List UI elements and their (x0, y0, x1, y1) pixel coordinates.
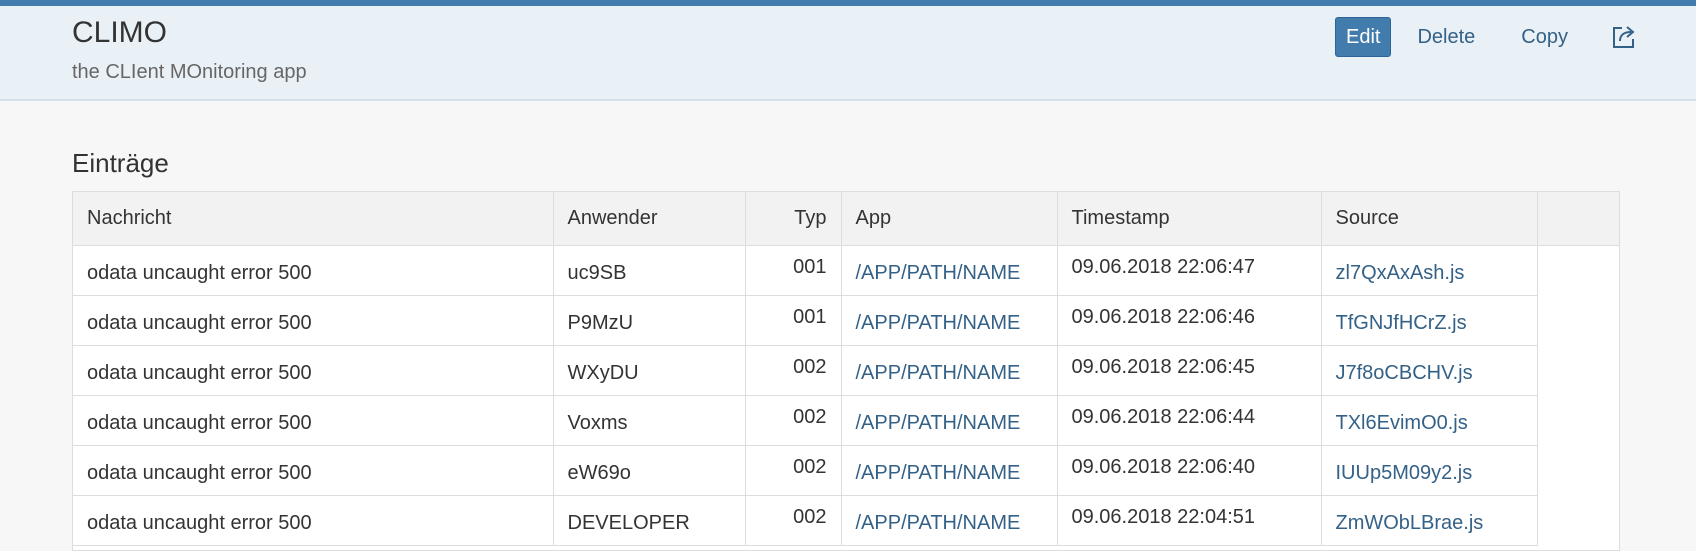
cell-message: odata uncaught error 500 (73, 445, 554, 496)
source-link[interactable]: zl7QxAxAsh.js (1336, 262, 1465, 284)
cell-message: odata uncaught error 500 (73, 245, 554, 296)
cell-timestamp: 09.06.2018 22:06:46 (1057, 295, 1322, 346)
column-header-timestamp[interactable]: Timestamp (1057, 192, 1322, 246)
row-spacer (1537, 245, 1619, 295)
column-header-app[interactable]: App (841, 192, 1058, 246)
cell-user: WXyDU (553, 345, 746, 396)
table-row[interactable]: odata uncaught error 500 eW69o 002 /APP/… (73, 445, 1619, 496)
cell-user: P9MzU (553, 295, 746, 346)
source-link[interactable]: TfGNJfHCrZ.js (1336, 312, 1467, 334)
section-title: Einträge (72, 148, 169, 178)
cell-timestamp: 09.06.2018 22:06:40 (1057, 445, 1322, 496)
cell-user: eW69o (553, 445, 746, 496)
app-link[interactable]: /APP/PATH/NAME (856, 262, 1021, 284)
column-header-source[interactable]: Source (1321, 192, 1538, 246)
page-subtitle: the CLIent MOnitoring app (72, 61, 307, 83)
table-row[interactable]: odata uncaught error 500 P9MzU 001 /APP/… (73, 295, 1619, 346)
cell-message: odata uncaught error 500 (73, 395, 554, 446)
row-spacer (1537, 345, 1619, 395)
share-icon (1613, 26, 1635, 48)
delete-button[interactable]: Delete (1407, 17, 1485, 57)
object-header: CLIMO the CLIent MOnitoring app Edit Del… (0, 6, 1696, 101)
app-link[interactable]: /APP/PATH/NAME (856, 312, 1021, 334)
app-link[interactable]: /APP/PATH/NAME (856, 362, 1021, 384)
edit-button[interactable]: Edit (1335, 17, 1392, 57)
column-header-spacer (1537, 192, 1620, 246)
table-row[interactable]: odata uncaught error 500 uc9SB 001 /APP/… (73, 245, 1619, 296)
cell-type: 001 (745, 245, 842, 296)
cell-user: Voxms (553, 395, 746, 446)
source-link[interactable]: J7f8oCBCHV.js (1336, 362, 1473, 384)
cell-message: odata uncaught error 500 (73, 295, 554, 346)
cell-user: DEVELOPER (553, 495, 746, 546)
source-link[interactable]: TXl6EvimO0.js (1336, 412, 1468, 434)
cell-message: odata uncaught error 500 (73, 495, 554, 546)
row-spacer (1537, 445, 1619, 495)
header-actions: Edit Delete Copy (1335, 17, 1644, 57)
entries-table: Nachricht Anwender Typ App Timestamp Sou… (72, 191, 1620, 551)
cell-type: 002 (745, 445, 842, 496)
copy-button[interactable]: Copy (1511, 17, 1578, 57)
table-row[interactable]: odata uncaught error 500 DEVELOPER 002 /… (73, 495, 1619, 546)
cell-timestamp: 09.06.2018 22:06:44 (1057, 395, 1322, 446)
cell-user: uc9SB (553, 245, 746, 296)
cell-timestamp: 09.06.2018 22:06:47 (1057, 245, 1322, 296)
column-header-type[interactable]: Typ (745, 192, 842, 246)
cell-type: 002 (745, 395, 842, 446)
cell-type: 002 (745, 345, 842, 396)
source-link[interactable]: ZmWObLBrae.js (1336, 512, 1484, 534)
column-header-user[interactable]: Anwender (553, 192, 746, 246)
app-link[interactable]: /APP/PATH/NAME (856, 512, 1021, 534)
app-link[interactable]: /APP/PATH/NAME (856, 412, 1021, 434)
table-row[interactable]: odata uncaught error 500 Voxms 002 /APP/… (73, 395, 1619, 446)
share-button[interactable] (1604, 17, 1644, 57)
page-title: CLIMO (72, 16, 168, 49)
cell-timestamp: 09.06.2018 22:04:51 (1057, 495, 1322, 546)
cell-message: odata uncaught error 500 (73, 345, 554, 396)
row-spacer (1537, 395, 1619, 445)
app-link[interactable]: /APP/PATH/NAME (856, 462, 1021, 484)
row-spacer (1537, 295, 1619, 345)
cell-type: 002 (745, 495, 842, 546)
row-spacer (1537, 495, 1619, 545)
cell-type: 001 (745, 295, 842, 346)
table-header-row: Nachricht Anwender Typ App Timestamp Sou… (73, 192, 1620, 246)
column-header-message[interactable]: Nachricht (73, 192, 554, 246)
source-link[interactable]: IUUp5M09y2.js (1336, 462, 1473, 484)
cell-timestamp: 09.06.2018 22:06:45 (1057, 345, 1322, 396)
table-row[interactable]: odata uncaught error 500 WXyDU 002 /APP/… (73, 345, 1619, 396)
